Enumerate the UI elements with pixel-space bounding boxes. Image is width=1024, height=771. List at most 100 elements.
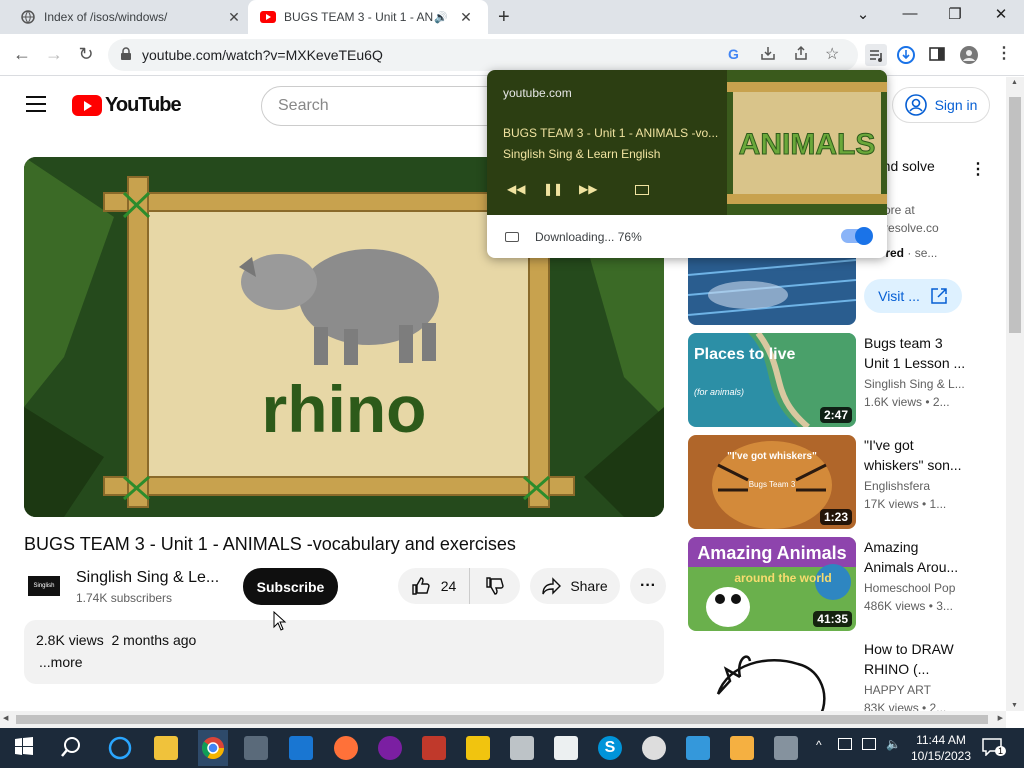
bookmark-star-icon[interactable]: ☆ (825, 44, 839, 64)
rec-channel: Englishsfera (864, 479, 931, 493)
file-explorer-icon[interactable] (154, 736, 178, 760)
horizontal-scrollbar[interactable]: ◀ ▶ (0, 711, 1006, 728)
notification-center-icon[interactable]: 1 (982, 738, 1007, 759)
tab-youtube-video[interactable]: BUGS TEAM 3 - Unit 1 - ANIMALS -vocabula… (248, 0, 488, 34)
download-toggle[interactable] (841, 227, 873, 245)
clock-time: 11:44 AM (916, 733, 966, 747)
media-controls-popup: youtube.com BUGS TEAM 3 - Unit 1 - ANIMA… (487, 70, 887, 258)
tab-title: Index of /isos/windows/ (44, 10, 168, 24)
windows-taskbar: S ^ 🔈 11:44 AM 10/15/2023 1 (0, 728, 1024, 768)
vertical-scrollbar[interactable]: ▲ ▼ (1006, 77, 1024, 711)
download-status-text: Downloading... 76% (535, 230, 642, 244)
restore-icon[interactable]: ❐ (943, 5, 967, 23)
channel-avatar[interactable]: Singlish (28, 576, 60, 596)
vpn-app-icon[interactable] (378, 736, 402, 760)
visit-site-button[interactable]: Visit ... (864, 279, 962, 313)
folder-share-icon[interactable] (730, 736, 754, 760)
scroll-right-arrow-icon[interactable]: ▶ (998, 714, 1003, 722)
rec-channel: Homeschool Pop (864, 581, 956, 595)
network-app-icon[interactable] (774, 736, 798, 760)
rec-title[interactable]: How to DRAW RHINO (... (864, 639, 968, 679)
hamburger-menu-icon[interactable] (26, 96, 46, 117)
chevron-down-icon[interactable]: ⌄ (851, 5, 875, 23)
sign-in-button[interactable]: Sign in (892, 87, 990, 123)
dislike-button[interactable] (470, 568, 520, 604)
remote-desktop-icon[interactable] (686, 736, 710, 760)
scroll-left-arrow-icon[interactable]: ◀ (3, 714, 8, 722)
network-icon[interactable] (862, 738, 876, 750)
search-input[interactable]: Search (261, 86, 521, 126)
more-actions-icon[interactable]: ··· (630, 568, 666, 604)
media-controls-icon[interactable] (865, 44, 887, 66)
tool-app-icon[interactable] (422, 736, 446, 760)
download-icon[interactable] (896, 45, 916, 65)
globe-page-icon (20, 9, 36, 25)
windows-start-icon[interactable] (14, 736, 38, 760)
list-item[interactable]: Places to live (for animals) 2:47 Bugs te… (688, 333, 988, 429)
kebab-menu-icon[interactable]: ⋮ (996, 43, 1014, 62)
search-icon[interactable] (60, 736, 84, 760)
install-app-icon[interactable] (760, 45, 776, 66)
chevron-up-icon[interactable]: ^ (816, 738, 822, 752)
profile-icon[interactable] (960, 46, 978, 64)
system-clock[interactable]: 11:44 AM 10/15/2023 (908, 732, 974, 764)
list-item[interactable]: Amazing Animals around the world 41:35 Am… (688, 537, 988, 633)
close-tab-icon[interactable]: ✕ (222, 9, 246, 26)
mouse-cursor-icon (273, 611, 287, 631)
rec-title[interactable]: Amazing Animals Arou... (864, 537, 968, 577)
video-thumbnail[interactable]: "I've got whiskers" Bugs Team 3 1:23 (688, 435, 856, 529)
share-page-icon[interactable] (793, 45, 809, 66)
sticky-notes-icon[interactable] (466, 736, 490, 760)
show-more-link[interactable]: ...more (39, 654, 652, 670)
rec-title[interactable]: "I've got whiskers" son... (864, 435, 968, 475)
firefox-icon[interactable] (334, 736, 358, 760)
like-count: 24 (440, 578, 457, 594)
scroll-down-arrow-icon[interactable]: ▼ (1011, 702, 1018, 709)
youtube-logo[interactable]: YouTube (72, 94, 182, 117)
description-box[interactable]: 2.8K views 2 months ago ...more (24, 620, 664, 684)
back-arrow-icon[interactable]: ← (10, 44, 34, 65)
speaker-icon[interactable]: 🔊 (434, 11, 454, 24)
address-bar[interactable]: youtube.com/watch?v=MXKeveTEu6Q G ☆ (108, 39, 858, 71)
google-icon[interactable]: G (728, 46, 739, 62)
channel-name[interactable]: Singlish Sing & Le... (76, 569, 219, 587)
share-label: Share (570, 578, 608, 594)
clock-app-icon[interactable] (642, 736, 666, 760)
pause-icon[interactable]: ❚❚ (543, 182, 563, 196)
video-thumbnail[interactable]: Places to live (for animals) 2:47 (688, 333, 856, 427)
video-thumbnail[interactable]: Amazing Animals around the world 41:35 (688, 537, 856, 631)
volume-icon[interactable]: 🔈 (886, 737, 901, 751)
next-track-icon[interactable]: ▶▶ (579, 182, 597, 196)
new-tab-button[interactable]: + (498, 6, 510, 29)
list-item[interactable]: "I've got whiskers" Bugs Team 3 1:23 "I'v… (688, 435, 988, 531)
close-tab-icon[interactable]: ✕ (454, 9, 478, 26)
scrollbar-thumb[interactable] (16, 715, 988, 724)
scrollbar-thumb[interactable] (1009, 97, 1021, 333)
tray-app-icon[interactable] (838, 738, 852, 750)
calendar-app-icon[interactable] (289, 736, 313, 760)
subscribe-button[interactable]: Subscribe (243, 568, 338, 605)
forward-arrow-icon[interactable]: → (42, 44, 66, 65)
archive-app-icon[interactable] (510, 736, 534, 760)
share-button[interactable]: Share (530, 568, 620, 604)
minimize-icon[interactable]: — (898, 5, 922, 22)
ad-menu-icon[interactable]: ⋮ (970, 159, 986, 179)
logo-text: YouTube (105, 94, 182, 116)
cortana-icon[interactable] (108, 736, 132, 760)
previous-track-icon[interactable]: ◀◀ (507, 182, 525, 196)
reload-icon[interactable]: ↻ (74, 44, 98, 65)
rec-title[interactable]: Bugs team 3 Unit 1 Lesson ... (864, 333, 968, 373)
chrome-taskbar-button[interactable] (198, 730, 228, 766)
skype-icon[interactable]: S (598, 736, 622, 760)
media-site: youtube.com (503, 86, 572, 100)
close-icon[interactable]: ✕ (989, 5, 1013, 23)
camera-app-icon[interactable] (244, 736, 268, 760)
scroll-up-arrow-icon[interactable]: ▲ (1011, 79, 1018, 86)
clock-date: 10/15/2023 (910, 749, 972, 763)
rec-channel: Singlish Sing & L... (864, 377, 964, 391)
side-panel-icon[interactable] (929, 46, 947, 64)
picture-in-picture-icon[interactable] (635, 185, 649, 195)
tab-index-isos[interactable]: Index of /isos/windows/ ✕ (8, 0, 246, 34)
like-button[interactable]: 24 (398, 568, 470, 604)
shield-icon[interactable] (554, 736, 578, 760)
